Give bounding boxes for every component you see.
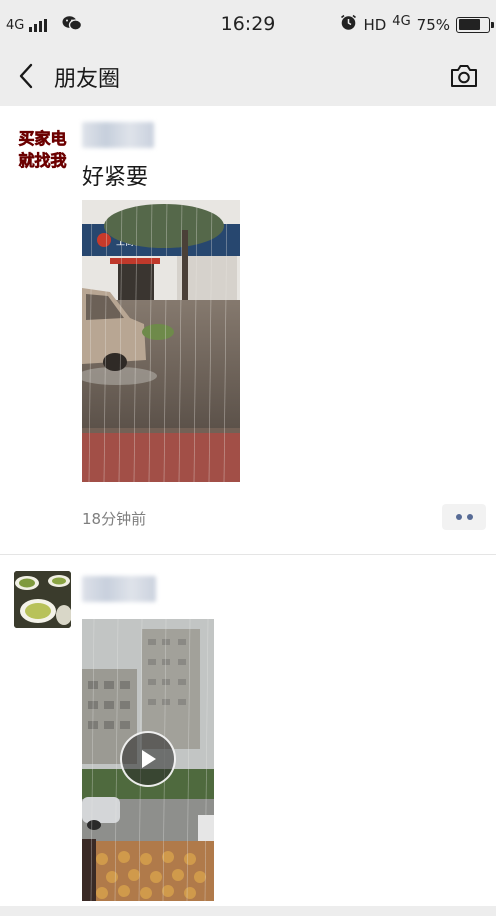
status-right: HD 4G 75% xyxy=(340,14,494,35)
camera-button[interactable] xyxy=(446,58,482,94)
post-text: 好紧要 xyxy=(82,165,149,190)
play-icon xyxy=(142,750,156,768)
moment-post: 买家电 就找我 好紧要 工商行政 xyxy=(0,106,496,555)
avatar[interactable] xyxy=(14,571,71,628)
page-title: 朋友圈 xyxy=(54,67,121,92)
post-image[interactable]: 工商行政 xyxy=(82,200,240,482)
moments-feed[interactable]: 买家电 就找我 好紧要 工商行政 xyxy=(0,106,496,906)
dot-icon xyxy=(466,514,473,520)
back-button[interactable] xyxy=(10,60,42,92)
moment-post xyxy=(0,555,496,906)
battery-icon xyxy=(456,16,494,33)
camera-icon xyxy=(451,65,477,87)
chevron-left-icon xyxy=(19,63,33,89)
avatar-text-line1: 买家电 xyxy=(18,129,66,148)
hd-indicator: HD xyxy=(363,15,387,34)
video-thumbnail[interactable] xyxy=(82,619,214,901)
nav-bar: 朋友圈 xyxy=(0,46,496,106)
post-timestamp: 18分钟前 xyxy=(82,510,147,528)
bottom-edge xyxy=(0,906,496,916)
more-actions-button[interactable] xyxy=(442,504,486,530)
nickname-blurred[interactable] xyxy=(82,122,154,148)
status-bar: 4G 16:29 HD 4G 75% xyxy=(0,0,496,46)
play-button[interactable] xyxy=(120,731,176,787)
dot-icon xyxy=(455,514,462,520)
avatar[interactable]: 买家电 就找我 xyxy=(14,120,71,177)
avatar-text-line2: 就找我 xyxy=(18,151,66,170)
network-type-right: 4G xyxy=(392,14,411,29)
battery-percent: 75% xyxy=(416,15,450,34)
alarm-icon xyxy=(340,14,357,35)
nickname-blurred[interactable] xyxy=(82,576,156,602)
